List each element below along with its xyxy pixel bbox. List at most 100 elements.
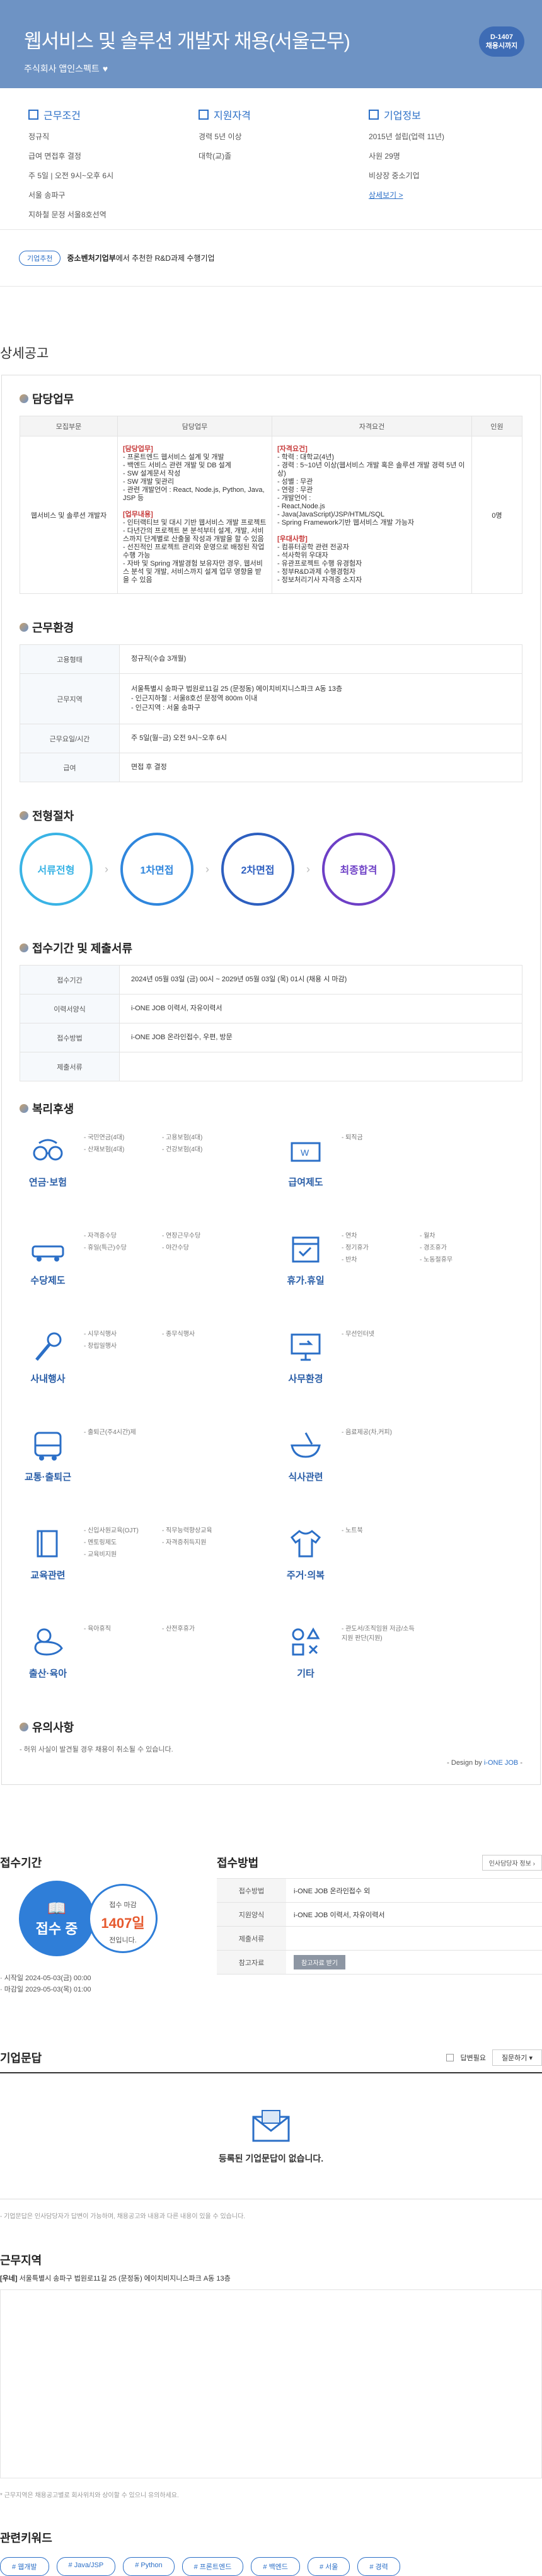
row-key: 참고자료 (217, 1950, 286, 1975)
keyword-tag[interactable]: # 웹개발 (0, 2557, 49, 2576)
text-line: - React,Node.js (277, 503, 325, 510)
checkbox-label: 답변필요 (460, 2055, 486, 2062)
welfare-benefit: - 건강보험(4대) (162, 1146, 203, 1153)
summary-item: 경력 5년 이상 (199, 132, 242, 141)
welfare-label: 기타 (297, 1668, 314, 1679)
qa-empty: 등록된 기업문답이 없습니다. (0, 2073, 542, 2199)
welfare-benefit: - 교육비지원 (84, 1551, 117, 1558)
welfare-benefit: - 신입사원교육(OJT) (84, 1527, 139, 1534)
keyword-tag[interactable]: # Python (123, 2557, 175, 2576)
duty-req: [자격요건] - 학력 : 대학교(4년) - 경력 : 5~10년 이상(웹서비스… (272, 436, 472, 594)
welfare-benefit: - 노동절휴무 (420, 1257, 453, 1263)
welfare-item: 기타 - 관도서/조직임원 저금/소득지원 판단(지원) (277, 1623, 522, 1700)
section-title: 유의사항 (32, 1721, 74, 1734)
apply-section: 접수기간 📖 접수 중 접수 마감 1407일 전입니다. · 시작일 2024… (0, 1854, 542, 2012)
map-area[interactable] (0, 2289, 542, 2478)
remain-circle: 접수 마감 1407일 전입니다. (88, 1884, 158, 1953)
design-credit: - Design by i-ONE JOB - (447, 1759, 522, 1767)
text-line (277, 527, 466, 535)
welfare-benefit: - 연장근무수당 (162, 1233, 201, 1240)
summary-title: 지원자격 (214, 111, 251, 122)
submit-table: 접수기간 2024년 05월 03일 (금) 00시 ~ 2029년 05월 03… (20, 965, 522, 1081)
keyword-tag[interactable]: # 경력 (357, 2557, 400, 2576)
hr-info-dropdown[interactable]: 인사담당자 정보 › (481, 1854, 542, 1871)
keyword-tag[interactable]: # 서울 (307, 2557, 350, 2576)
job-detail: 담당업무 모집부문 담당업무 자격요건 인원 웹서비스 및 솔루션 개발자 [담… (1, 375, 541, 1785)
monitor-icon (291, 1333, 321, 1361)
qa-section: 기업문답 답변필요 질문하기 ▾ 등록된 기업문답이 없습니다. (0, 2049, 542, 2199)
region-address: 서울특별시 송파구 법원로11길 25 (문정동) 에이치비지니스파크 A동 1… (19, 2275, 231, 2282)
keyword-title: 관련키워드 (0, 2532, 52, 2545)
section-title: 근무환경 (32, 622, 74, 634)
text-line: - 개발언어 : (277, 494, 311, 502)
welfare-label: 휴가.휴일 (287, 1275, 325, 1286)
keyword-tag[interactable]: # 프론트엔드 (182, 2557, 244, 2576)
recommend-pill: 기업추천 (19, 250, 61, 266)
design-brand: i-ONE JOB (483, 1759, 519, 1767)
text-line: [담당업무] (123, 445, 153, 453)
welfare-benefit: - 자격증취득지원 (162, 1539, 207, 1546)
text-line: - 컴퓨터공학 관련 전공자 (277, 544, 350, 551)
row-key: 제출서류 (217, 1926, 286, 1951)
keyword-list: # 웹개발 # Java/JSP # Python # 프론트엔드 # 백엔드 # 서울 #… (0, 2557, 542, 2576)
text-line: - 연령 : 무관 (277, 486, 313, 494)
welfare-benefit: - 경조휴가 (420, 1245, 447, 1251)
detail-heading: 상세공고 (0, 346, 49, 361)
book-icon: 📖 (47, 1900, 66, 1917)
welfare-list: - 자격증수당 - 연장근무수당 - 휴일(특근)수당 - 야간수당 (84, 1230, 235, 1307)
welfare-label: 교통·출퇴근 (25, 1472, 71, 1483)
download-ref-button[interactable]: 참고자료 받기 (294, 1955, 345, 1969)
book-icon (37, 1530, 58, 1558)
text-line: - SW 개발 및관리 (123, 478, 175, 486)
heart-icon[interactable]: ♥ (103, 64, 108, 74)
answer-checkbox[interactable] (446, 2054, 454, 2061)
shirt-icon (290, 1530, 321, 1558)
row-key: 접수기간 (20, 965, 120, 994)
welfare-item: 수당제도 - 자격증수당 - 연장근무수당 - 휴일(특근)수당 - 야간수당 (20, 1230, 265, 1307)
welfare-list: - 관도서/조직임원 저금/소득지원 판단(지원) (342, 1623, 493, 1700)
welfare-benefit: - 자격증수당 (84, 1233, 117, 1240)
summary-qualification: 지원자격 경력 5년 이상 대학(교)졸 (199, 107, 343, 217)
summary-conditions: 근무조건 정규직 급여 면접후 결정 주 5일 | 오전 9시~오후 6시 서울… (28, 107, 173, 219)
welfare-benefit: - 종무식행사 (162, 1331, 195, 1338)
dropdown-label: 인사담당자 정보 (488, 1860, 531, 1867)
bullet-icon (20, 811, 28, 820)
method-table: 접수방법 i-ONE JOB 온라인접수 외 지원양식 i-ONE JOB 이력서,… (217, 1878, 542, 1975)
welfare-item: 교통·출퇴근 - 출퇴근(주4시간)제 (20, 1427, 265, 1503)
welfare-list: - 국민연금(4대) - 고용보험(4대) - 산재보험(4대) - 건강보험(4대) (84, 1132, 235, 1209)
company-name[interactable]: 주식회사 앱인스펙트 ♥ (24, 62, 518, 75)
company-link[interactable]: 주식회사 앱인스펙트 (24, 62, 100, 75)
ask-select[interactable]: 질문하기 ▾ (492, 2049, 542, 2066)
row-key: 이력서양식 (20, 994, 120, 1023)
welfare-list: - 연차 - 월차 - 정기휴가 - 경조휴가 - 반차 - 노동절휴무 (342, 1230, 493, 1307)
keyword-tag[interactable]: # 백엔드 (251, 2557, 300, 2576)
welfare-benefit: - 산전후휴가 (162, 1626, 195, 1633)
company-icon (369, 110, 379, 120)
welfare-label: 주거·의복 (286, 1570, 325, 1581)
microphone-icon (35, 1332, 62, 1361)
row-value: 서울특별시 송파구 법원로11길 25 (문정동) 에이치비지니스파크 A동 1… (119, 673, 522, 724)
text-line: [우대사항] (277, 535, 308, 543)
req-list: [자격요건] - 학력 : 대학교(4년) - 경력 : 5~10년 이상(웹서비스… (277, 445, 466, 584)
addr-tag: [우네] (0, 2275, 18, 2282)
text-line: - 선진적인 프로젝트 관리와 운영으로 배정된 작업 수행 가능 (123, 544, 265, 559)
job-summary: 근무조건 정규직 급여 면접후 결정 주 5일 | 오전 9시~오후 6시 서울… (0, 88, 542, 230)
bullet-icon (20, 623, 28, 632)
qa-title: 기업문답 (0, 2052, 42, 2065)
company-detail-link[interactable]: 상세보기 > (369, 191, 403, 200)
duck-icon (34, 1628, 63, 1656)
qa-note: - 기업문답은 인사담당자가 답변이 가능하며, 채용공고와 내용과 다른 내용… (0, 2213, 246, 2220)
env-table: 고용형태 정규직(수습 3개월) 근무지역 서울특별시 송파구 법원로11길 25 … (20, 644, 522, 782)
method-box: 접수방법 인사담당자 정보 › 접수방법 i-ONE JOB 온라인접수 외 지원… (208, 1854, 542, 2012)
summary-item: 2015년 설립(업력 11년) (369, 132, 445, 141)
keyword-tag[interactable]: # Java/JSP (56, 2557, 116, 2576)
row-value: 2024년 05월 03일 (금) 00시 ~ 2029년 05월 03일 (목… (119, 965, 522, 994)
row-key: 접수방법 (217, 1878, 286, 1903)
summary-item: 정규직 (28, 132, 50, 141)
welfare-benefit: - 산재보험(4대) (84, 1146, 125, 1153)
envelope-icon (252, 2109, 290, 2141)
row-key: 고용형태 (20, 644, 120, 674)
welfare-item: 휴가.휴일 - 연차 - 월차 - 정기휴가 - 경조휴가 - 반차 - 노동절휴무 (277, 1230, 522, 1307)
welfare-benefit: - 멘토링제도 (84, 1539, 117, 1546)
text-line: - 석사학위 우대자 (277, 552, 328, 559)
